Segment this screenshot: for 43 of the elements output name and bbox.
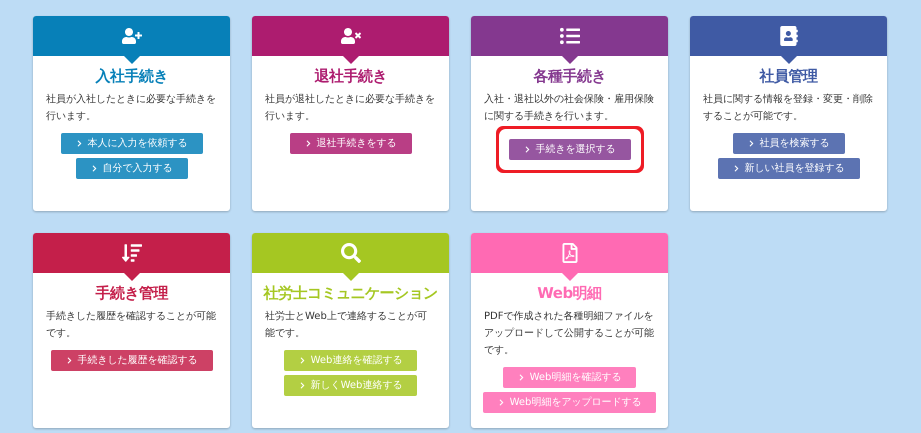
card-description: 社員が退社したときに必要な手続きを行います。 xyxy=(264,92,436,124)
card-description: 手続きした履歴を確認することが可能です。 xyxy=(45,310,217,341)
chevron-icon xyxy=(518,374,525,381)
chevron-icon xyxy=(298,357,306,364)
sort-down-icon xyxy=(122,243,142,263)
user-remove-icon xyxy=(340,26,360,46)
action-button[interactable]: 新しくWeb連絡する xyxy=(284,375,418,396)
card-title: 各種手続き xyxy=(532,66,607,86)
card-title: Web明細 xyxy=(536,283,603,303)
card-title: 社員管理 xyxy=(758,66,819,86)
chevron-icon xyxy=(524,146,530,153)
action-button[interactable]: Web連絡を確認する xyxy=(284,350,418,371)
card-title: 手続き管理 xyxy=(94,283,170,303)
action-button[interactable]: 新しい社員を登録する xyxy=(718,158,860,179)
pdf-file-icon xyxy=(560,243,580,263)
card-title: 入社手続き xyxy=(94,66,169,86)
chevron-icon xyxy=(76,140,82,147)
action-button[interactable]: 自分で入力する xyxy=(76,158,188,179)
chevron-icon xyxy=(66,357,72,364)
card-description: 社員に関する情報を登録・変更・削除することが可能です。 xyxy=(702,92,874,124)
address-book-icon xyxy=(778,26,798,46)
user-plus-icon xyxy=(122,26,142,46)
chevron-icon xyxy=(748,140,754,147)
search-icon xyxy=(340,243,360,263)
chevron-icon xyxy=(732,165,740,172)
chevron-icon xyxy=(90,165,98,172)
action-button[interactable]: 社員を検索する xyxy=(732,133,844,154)
card-description: 入社・退社以外の社会保険・雇用保険に関する手続きを行います。 xyxy=(483,92,655,124)
action-button[interactable]: Web明細をアップロードする xyxy=(482,392,656,413)
action-button[interactable]: Web明細を確認する xyxy=(502,367,636,388)
card-description: 社員が入社したときに必要な手続きを行います。 xyxy=(45,92,217,124)
list-icon xyxy=(560,26,580,46)
chevron-icon xyxy=(304,140,312,147)
action-button[interactable]: 手続きした履歴を確認する xyxy=(50,350,212,371)
card-description: 社労士とWeb上で連絡することが可能です。 xyxy=(264,310,428,341)
action-button[interactable]: 手続きを選択する xyxy=(508,139,630,160)
action-button[interactable]: 本人に入力を依頼する xyxy=(60,133,202,154)
chevron-icon xyxy=(498,399,505,406)
chevron-icon xyxy=(298,382,306,389)
card-title: 社労士コミュニケーション xyxy=(262,283,438,303)
action-button[interactable]: 退社手続きをする xyxy=(290,133,412,154)
card-title: 退社手続き xyxy=(313,66,388,86)
card-description: PDFで作成された各種明細ファイルをアップロードして公開することが可能です。 xyxy=(483,310,655,358)
